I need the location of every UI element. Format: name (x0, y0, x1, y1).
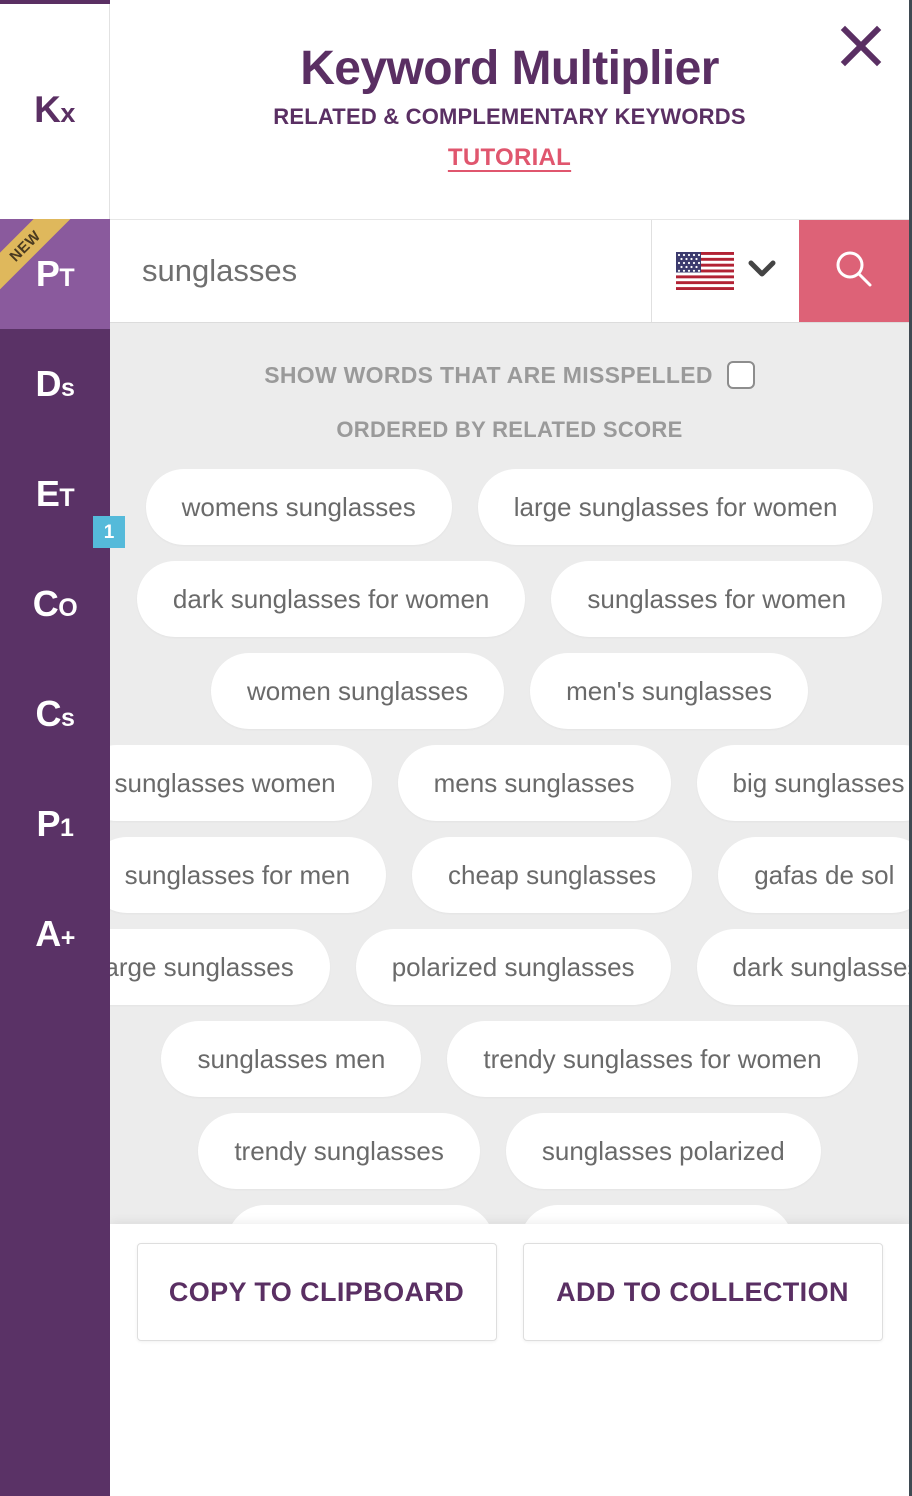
keyword-row: sunglasses women mens sunglasses big sungl… (110, 745, 909, 821)
us-flag-icon (675, 252, 734, 290)
left-sidebar: Kx PT NEW Ds ET CO 1 Cs P1 A+ (0, 0, 125, 1496)
results-area: SHOW WORDS THAT ARE MISSPELLED ORDERED B… (110, 323, 909, 1360)
chevron-down-icon (748, 260, 776, 283)
copy-to-clipboard-button[interactable]: COPY TO CLIPBOARD (136, 1243, 497, 1341)
app-root: Kx PT NEW Ds ET CO 1 Cs P1 A+ Keyword Multiplier… (0, 0, 912, 1496)
keyword-pill[interactable]: mens sunglasses (397, 745, 671, 821)
keyword-pill[interactable]: gafas de sol (718, 837, 909, 913)
sidebar-item-pt[interactable]: PT NEW (0, 219, 110, 329)
misspelled-label: SHOW WORDS THAT ARE MISSPELLED (264, 361, 713, 388)
sidebar-item-ds[interactable]: Ds (0, 329, 110, 439)
top-rule (0, 0, 110, 4)
search-bar (110, 220, 909, 323)
language-select[interactable] (651, 220, 799, 322)
keyword-row: sunglasses men trendy sunglasses for wome… (110, 1021, 909, 1097)
keyword-pill[interactable]: trendy sunglasses (198, 1113, 480, 1189)
close-icon[interactable] (831, 16, 891, 76)
page-subtitle: RELATED & COMPLEMENTARY KEYWORDS (273, 104, 746, 130)
tutorial-link[interactable]: TUTORIAL (448, 144, 571, 172)
keyword-pill[interactable]: womens sunglasses (145, 469, 452, 545)
modal-header: Keyword Multiplier RELATED & COMPLEMENTA… (110, 0, 909, 220)
keyword-pill[interactable]: big sunglasses (696, 745, 909, 821)
search-icon (832, 247, 876, 296)
order-label: ORDERED BY RELATED SCORE (336, 417, 683, 442)
keyword-row: womens sunglasses large sunglasses for wo… (110, 469, 909, 545)
sidebar-item-label-sub: 1 (60, 814, 74, 842)
page-title: Keyword Multiplier (300, 42, 719, 95)
keyword-pill[interactable]: sunglasses men (161, 1021, 422, 1097)
add-to-collection-button[interactable]: ADD TO COLLECTION (522, 1243, 883, 1341)
sidebar-item-label-sub: T (59, 264, 75, 292)
keyword-row: dark sunglasses for women sunglasses for … (110, 561, 909, 637)
keyword-row: large sunglasses polarized sunglasses dark… (110, 929, 909, 1005)
sidebar-item-co[interactable]: CO 1 (0, 516, 125, 659)
misspelled-checkbox[interactable] (726, 361, 755, 389)
keyword-pill[interactable]: men's sunglasses (530, 653, 808, 729)
sidebar-item-label: Ds (35, 363, 75, 404)
sidebar-item-label-sub: O (58, 594, 78, 622)
keyword-multiplier-modal: Keyword Multiplier RELATED & COMPLEMENTA… (110, 0, 912, 1496)
sidebar-item-label-sub: s (61, 704, 75, 732)
sidebar-item-label-sub: T (59, 484, 75, 512)
sidebar-item-label: PT (35, 253, 75, 294)
keyword-pill[interactable]: cheap sunglasses (412, 837, 693, 913)
keyword-row: women sunglasses men's sunglasses (110, 653, 909, 729)
search-input[interactable] (110, 220, 651, 322)
keyword-pill[interactable]: large sunglasses for women (477, 469, 874, 545)
sidebar-item-label: P1 (36, 803, 74, 844)
misspelled-option-row: SHOW WORDS THAT ARE MISSPELLED (110, 355, 909, 395)
sidebar-item-label-sub: s (61, 374, 75, 402)
sidebar-item-cs[interactable]: Cs (0, 659, 110, 769)
sidebar-item-label: Cs (35, 693, 75, 734)
keyword-pill[interactable]: trendy sunglasses for women (447, 1021, 858, 1097)
sidebar-item-aplus[interactable]: A+ (0, 879, 110, 989)
keyword-row: sunglasses for men cheap sunglasses gafas … (110, 837, 909, 913)
sidebar-item-label: ET (35, 473, 75, 514)
status-badge: 1 (93, 516, 125, 548)
search-button[interactable] (799, 220, 909, 322)
keyword-pill[interactable]: sunglasses for men (110, 837, 387, 913)
sidebar-item-label-sub: + (60, 924, 76, 952)
kx-logo[interactable]: Kx (0, 0, 110, 219)
keyword-pill[interactable]: women sunglasses (211, 653, 505, 729)
keyword-pill[interactable]: sunglasses polarized (505, 1113, 821, 1189)
sidebar-item-p1[interactable]: P1 (0, 769, 110, 879)
keyword-pill[interactable]: large sunglasses (110, 929, 330, 1005)
sidebar-item-label: CO (32, 583, 78, 624)
keyword-row: trendy sunglasses sunglasses polarized (110, 1113, 909, 1189)
keyword-pill[interactable]: dark sunglasses for women (136, 561, 526, 637)
sidebar-item-label: A+ (35, 913, 76, 954)
keyword-pill[interactable]: sunglasses women (110, 745, 372, 821)
keyword-pill[interactable]: dark sunglasses (696, 929, 909, 1005)
modal-footer: COPY TO CLIPBOARD ADD TO COLLECTION (110, 1224, 909, 1360)
keyword-pill[interactable]: polarized sunglasses (355, 929, 671, 1005)
kx-logo-text: Kx (34, 89, 75, 130)
keyword-pill[interactable]: sunglasses for women (551, 561, 883, 637)
